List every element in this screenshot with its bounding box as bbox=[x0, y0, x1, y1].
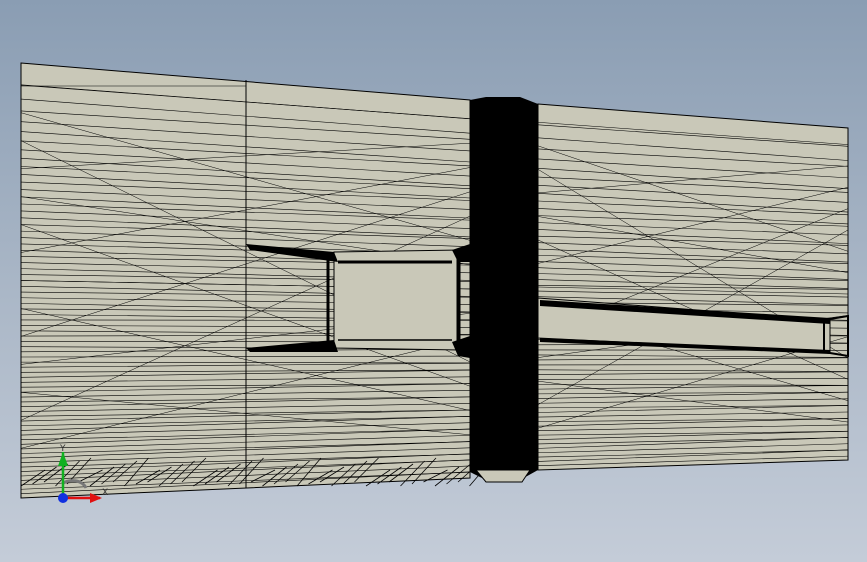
mesh-model-view[interactable]: Y X bbox=[0, 0, 867, 562]
triad-y-label: Y bbox=[59, 444, 66, 454]
triad-z-axis bbox=[58, 493, 68, 503]
center-column bbox=[470, 97, 538, 480]
center-column-base bbox=[474, 469, 531, 483]
graphics-viewport[interactable]: Y X bbox=[0, 0, 867, 562]
triad-x-label: X bbox=[102, 488, 108, 498]
